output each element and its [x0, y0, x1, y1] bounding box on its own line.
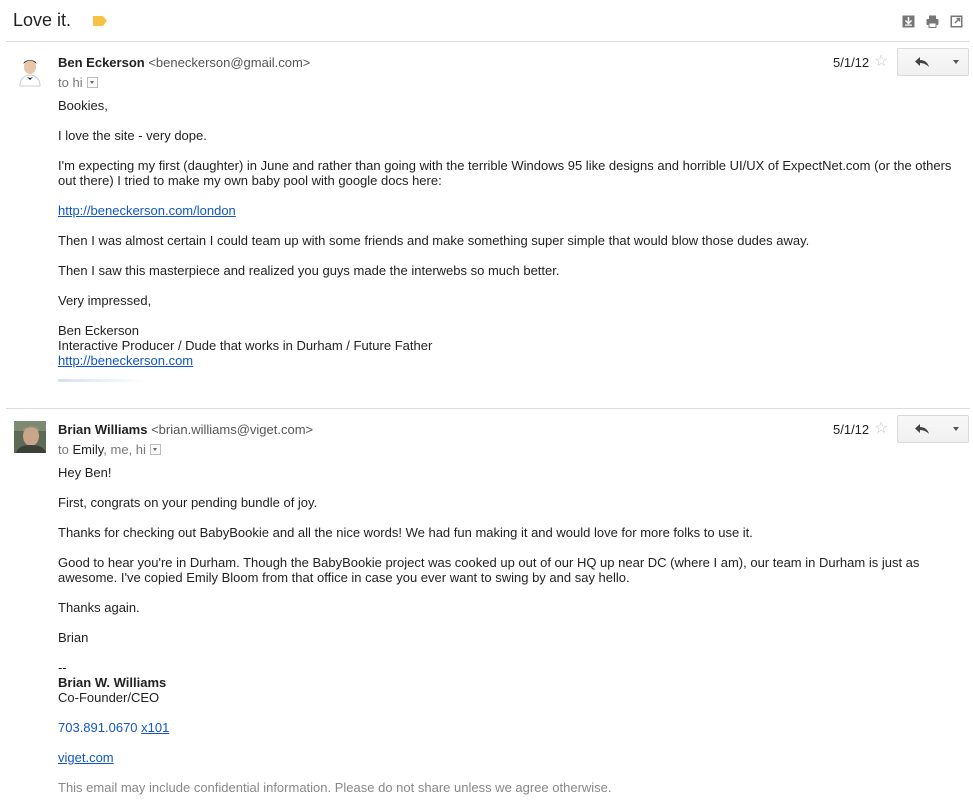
sender-name[interactable]: Brian Williams — [58, 422, 147, 437]
body-paragraph: Very impressed, — [58, 293, 152, 308]
thread-header: Love it. — [0, 0, 973, 42]
message-divider — [6, 408, 970, 409]
details-dropdown-icon[interactable] — [86, 77, 98, 88]
new-window-icon[interactable] — [950, 15, 963, 28]
body-paragraph: Then I was almost certain I could team u… — [58, 233, 810, 248]
recipient-emily: Emily — [72, 442, 104, 457]
body-paragraph: Thanks again. — [58, 600, 140, 615]
signature-title: Interactive Producer / Dude that works i… — [58, 338, 433, 353]
sender-avatar[interactable] — [14, 421, 46, 453]
body-paragraph: Then I saw this masterpiece and realized… — [58, 263, 560, 278]
reply-icon — [915, 57, 929, 67]
sender-name[interactable]: Ben Eckerson — [58, 55, 145, 70]
message-date: 5/1/12 — [833, 422, 870, 437]
details-dropdown-icon[interactable] — [149, 444, 161, 455]
body-paragraph: Brian — [58, 630, 89, 645]
phone-extension-link[interactable]: x101 — [141, 720, 169, 735]
reply-button[interactable] — [897, 48, 947, 76]
sender-line: Ben Eckerson <beneckerson@gmail.com> — [58, 55, 310, 70]
body-greeting: Bookies, — [58, 98, 108, 113]
reply-button-group — [897, 415, 969, 443]
sender-line: Brian Williams <brian.williams@viget.com… — [58, 422, 313, 437]
body-paragraph: First, congrats on your pending bundle o… — [58, 495, 318, 510]
signature-dash: -- — [58, 660, 67, 675]
signature-disclaimer: This email may include confidential info… — [58, 780, 612, 795]
london-link[interactable]: http://beneckerson.com/london — [58, 203, 236, 218]
website-link[interactable]: viget.com — [58, 750, 114, 765]
recipients: hi — [72, 75, 83, 90]
signature-name: Brian W. Williams — [58, 675, 167, 690]
to-prefix: to — [58, 75, 69, 90]
recipients: , me, hi — [103, 442, 146, 457]
body-paragraph: Good to hear you're in Durham. Though th… — [58, 555, 920, 585]
to-prefix: to — [58, 442, 69, 457]
sender-email: <brian.williams@viget.com> — [151, 422, 314, 437]
reply-icon — [915, 424, 929, 434]
recipients-line: to hi — [58, 75, 98, 90]
sender-avatar[interactable] — [14, 56, 46, 88]
signature-name: Ben Eckerson — [58, 323, 139, 338]
reply-button-group — [897, 48, 969, 76]
body-greeting: Hey Ben! — [58, 465, 112, 480]
star-icon[interactable]: ☆ — [874, 421, 888, 437]
signature-phone: 703.891.0670 — [58, 720, 138, 735]
message-date: 5/1/12 — [833, 55, 870, 70]
print-icon[interactable] — [926, 15, 939, 28]
body-paragraph: Thanks for checking out BabyBookie and a… — [58, 525, 753, 540]
more-actions-button[interactable] — [946, 415, 969, 443]
thread-toolbar — [902, 15, 963, 28]
signature-title: Co-Founder/CEO — [58, 690, 160, 705]
star-icon[interactable]: ☆ — [874, 54, 888, 70]
thread-subject: Love it. — [13, 10, 72, 30]
recipients-line: to Emily, me, hi — [58, 442, 161, 457]
body-paragraph: I'm expecting my first (daughter) in Jun… — [58, 158, 952, 188]
body-paragraph: I love the site - very dope. — [58, 128, 207, 143]
more-actions-button[interactable] — [946, 48, 969, 76]
reply-button[interactable] — [897, 415, 947, 443]
header-divider — [6, 41, 970, 42]
label-tag-icon[interactable] — [93, 16, 107, 26]
sender-email: <beneckerson@gmail.com> — [148, 55, 311, 70]
truncated-content — [58, 379, 178, 382]
download-icon[interactable] — [902, 15, 915, 28]
signature-link[interactable]: http://beneckerson.com — [58, 353, 193, 368]
